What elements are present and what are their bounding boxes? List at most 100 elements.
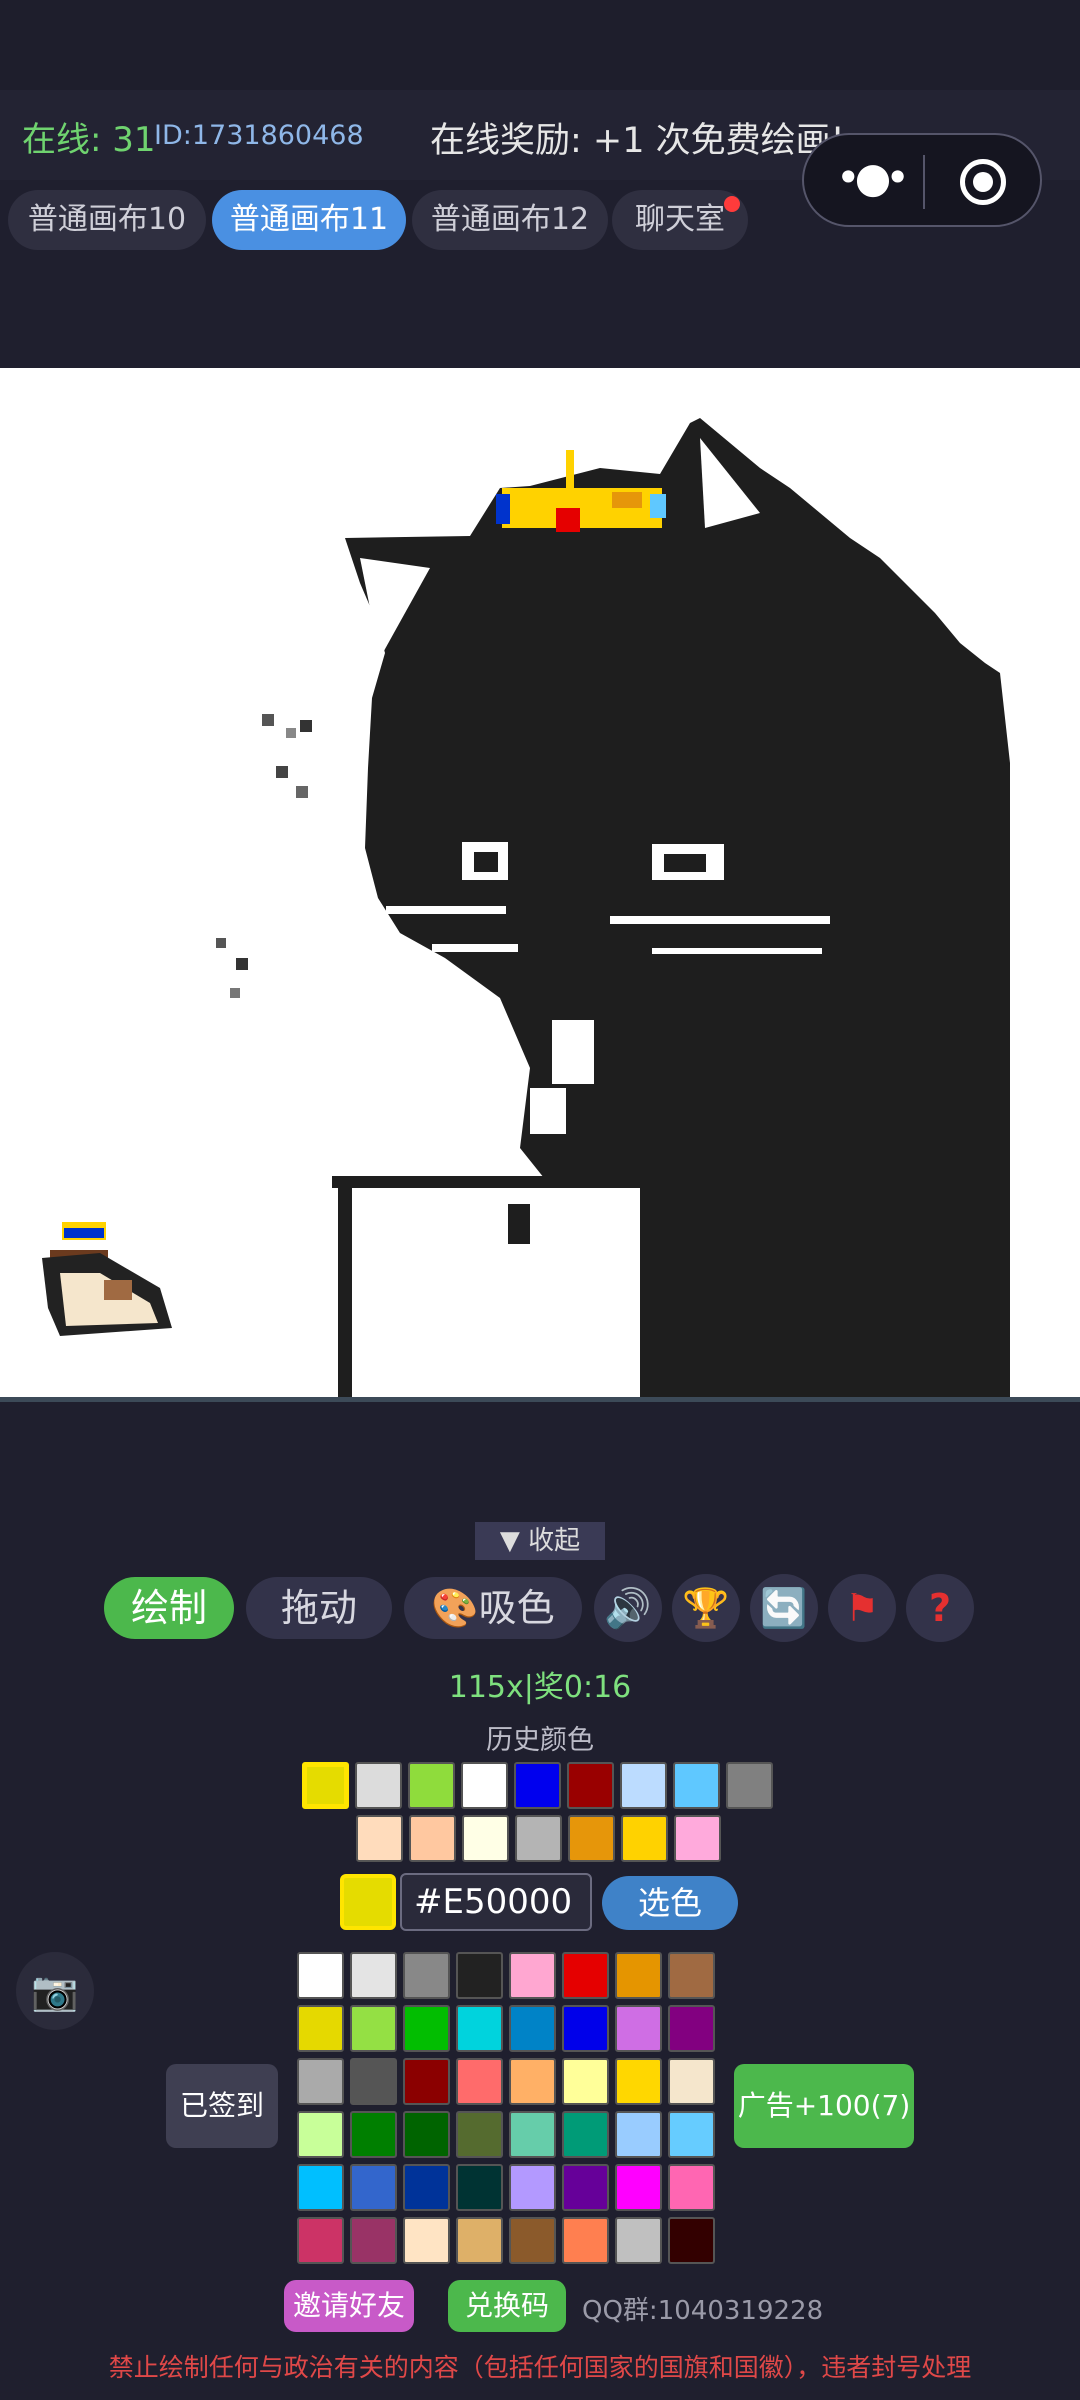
palette-color-swatch[interactable] [668, 1952, 715, 1999]
history-color-swatch[interactable] [726, 1762, 773, 1809]
palette-color-swatch[interactable] [350, 1952, 397, 1999]
palette-color-swatch[interactable] [350, 2217, 397, 2264]
history-color-swatch[interactable] [355, 1762, 402, 1809]
palette-color-swatch[interactable] [509, 2058, 556, 2105]
palette-color-swatch[interactable] [456, 1952, 503, 1999]
palette-color-swatch[interactable] [615, 2217, 662, 2264]
user-id: ID:1731860468 [154, 120, 364, 151]
trophy-icon[interactable]: 🏆 [672, 1574, 740, 1642]
palette-color-swatch[interactable] [350, 2164, 397, 2211]
pixel-count-timer: 115x|奖0:16 [448, 1670, 632, 1705]
color-hex-input[interactable] [400, 1873, 592, 1931]
palette-color-swatch[interactable] [562, 2005, 609, 2052]
draw-mode-button[interactable]: 绘制 [104, 1577, 234, 1639]
history-color-swatch[interactable] [514, 1762, 561, 1809]
tab-canvas-12[interactable]: 普通画布12 [412, 190, 608, 250]
palette-color-swatch[interactable] [668, 2005, 715, 2052]
palette-color-swatch[interactable] [509, 2164, 556, 2211]
palette-color-swatch[interactable] [403, 1952, 450, 1999]
status-bar-area [0, 0, 1080, 90]
palette-color-swatch[interactable] [403, 2005, 450, 2052]
history-color-swatch[interactable] [409, 1815, 456, 1862]
palette-color-swatch[interactable] [456, 2058, 503, 2105]
palette-color-swatch[interactable] [297, 2164, 344, 2211]
palette-color-swatch[interactable] [615, 2111, 662, 2158]
palette-color-swatch[interactable] [509, 2217, 556, 2264]
palette-color-swatch[interactable] [509, 2111, 556, 2158]
pixel-canvas[interactable] [0, 368, 1080, 1402]
refresh-icon[interactable]: 🔄 [750, 1574, 818, 1642]
invite-friends-button[interactable]: 邀请好友 [284, 2280, 414, 2332]
signed-in-button[interactable]: 已签到 [166, 2064, 278, 2148]
palette-color-swatch[interactable] [297, 2005, 344, 2052]
palette-color-swatch[interactable] [509, 1952, 556, 1999]
history-color-swatch[interactable] [461, 1762, 508, 1809]
redeem-code-button[interactable]: 兑换码 [448, 2280, 566, 2332]
palette-color-swatch[interactable] [403, 2217, 450, 2264]
tab-chat-room-label: 聊天室 [635, 202, 725, 237]
close-miniprogram-icon[interactable] [960, 159, 1006, 205]
palette-color-swatch[interactable] [456, 2111, 503, 2158]
history-color-swatch[interactable] [515, 1815, 562, 1862]
history-color-swatch[interactable] [674, 1815, 721, 1862]
qq-group-text: QQ群:1040319228 [582, 2296, 824, 2326]
palette-color-swatch[interactable] [562, 2058, 609, 2105]
help-icon[interactable]: ? [906, 1574, 974, 1642]
palette-color-swatch[interactable] [297, 2058, 344, 2105]
speaker-icon[interactable]: 🔊 [594, 1574, 662, 1642]
palette-color-swatch[interactable] [403, 2058, 450, 2105]
palette-color-swatch[interactable] [668, 2164, 715, 2211]
palette-color-swatch[interactable] [350, 2005, 397, 2052]
history-colors-title: 历史颜色 [486, 1725, 594, 1756]
palette-color-swatch[interactable] [668, 2111, 715, 2158]
history-color-swatch[interactable] [356, 1815, 403, 1862]
palette-color-swatch[interactable] [615, 2058, 662, 2105]
flag-icon[interactable]: ⚑ [828, 1574, 896, 1642]
history-color-swatch[interactable] [567, 1762, 614, 1809]
palette-color-swatch[interactable] [615, 1952, 662, 1999]
camera-icon[interactable]: 📷 [16, 1952, 94, 2030]
notification-dot [724, 196, 740, 212]
miniprogram-capsule: •●• [802, 133, 1042, 227]
history-color-swatch[interactable] [408, 1762, 455, 1809]
capsule-divider [923, 155, 925, 209]
palette-color-swatch[interactable] [350, 2058, 397, 2105]
palette-color-swatch[interactable] [562, 2111, 609, 2158]
eyedropper-button[interactable]: 🎨吸色 [404, 1577, 582, 1639]
history-color-swatch[interactable] [620, 1762, 667, 1809]
palette-color-swatch[interactable] [562, 2164, 609, 2211]
palette-color-swatch[interactable] [456, 2164, 503, 2211]
pick-color-button[interactable]: 选色 [602, 1876, 738, 1930]
history-color-swatch[interactable] [673, 1762, 720, 1809]
palette-color-swatch[interactable] [615, 2005, 662, 2052]
palette-color-swatch[interactable] [456, 2217, 503, 2264]
history-color-swatch[interactable] [568, 1815, 615, 1862]
history-color-swatch[interactable] [302, 1762, 349, 1809]
palette-color-swatch[interactable] [297, 1952, 344, 1999]
more-menu-icon[interactable]: •●• [832, 153, 910, 209]
palette-color-swatch[interactable] [297, 2111, 344, 2158]
palette-color-swatch[interactable] [456, 2005, 503, 2052]
pixel-art-drawing [0, 368, 1080, 1397]
palette-color-swatch[interactable] [297, 2217, 344, 2264]
drag-mode-button[interactable]: 拖动 [246, 1577, 392, 1639]
palette-color-swatch[interactable] [668, 2217, 715, 2264]
palette-color-swatch[interactable] [509, 2005, 556, 2052]
tab-chat-room[interactable]: 聊天室 [612, 190, 748, 250]
collapse-panel-button[interactable]: ▼ 收起 [475, 1522, 605, 1560]
palette-color-swatch[interactable] [562, 2217, 609, 2264]
palette-color-swatch[interactable] [615, 2164, 662, 2211]
palette-color-swatch[interactable] [350, 2111, 397, 2158]
palette-color-swatch[interactable] [403, 2111, 450, 2158]
current-color-swatch [340, 1874, 396, 1930]
palette-color-swatch[interactable] [668, 2058, 715, 2105]
policy-warning: 禁止绘制任何与政治有关的内容（包括任何国家的国旗和国徽），违者封号处理 [108, 2353, 972, 2382]
history-color-swatch[interactable] [621, 1815, 668, 1862]
palette-color-swatch[interactable] [562, 1952, 609, 1999]
tab-canvas-10[interactable]: 普通画布10 [8, 190, 206, 250]
tab-canvas-11[interactable]: 普通画布11 [212, 190, 406, 250]
history-color-swatch[interactable] [462, 1815, 509, 1862]
watch-ad-button[interactable]: 广告+100(7) [734, 2064, 914, 2148]
palette-color-swatch[interactable] [403, 2164, 450, 2211]
online-count: 在线: 31 [22, 120, 156, 160]
